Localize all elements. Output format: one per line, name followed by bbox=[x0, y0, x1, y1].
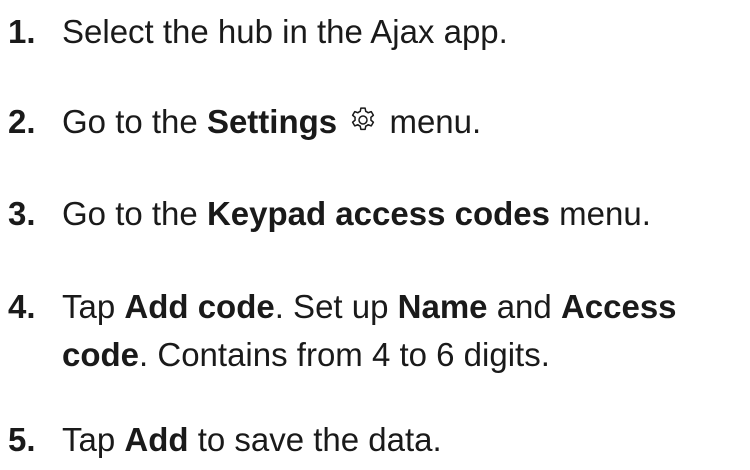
step-text-part: Go to the bbox=[62, 195, 207, 232]
access-label: Access bbox=[560, 288, 677, 325]
step-number: 4. bbox=[8, 288, 36, 325]
settings-label: Settings bbox=[206, 103, 338, 140]
step-text-line-2: code. Contains from 4 to 6 digits. bbox=[62, 331, 748, 379]
keypad-access-codes-label: Keypad access codes bbox=[206, 195, 550, 232]
step-text: Go to the Keypad access codes menu. bbox=[62, 190, 748, 238]
step-text-part: Tap bbox=[62, 288, 125, 325]
step-text: Select the hub in the Ajax app. bbox=[62, 8, 748, 56]
gear-icon bbox=[352, 107, 375, 131]
step-number: 1. bbox=[8, 13, 36, 50]
step-number: 5. bbox=[8, 421, 36, 458]
step-text-part: Go to the bbox=[62, 103, 207, 140]
step-text: Go to the Settings menu. bbox=[62, 98, 748, 146]
step-text: Tap Add to save the data. bbox=[62, 416, 748, 464]
code-label: code bbox=[62, 336, 140, 373]
add-code-label: Add code bbox=[124, 288, 275, 325]
step-text-part: menu. bbox=[549, 195, 651, 232]
step-text-part: . Set up bbox=[274, 288, 398, 325]
step-text-part: . Contains from 4 to 6 digits. bbox=[139, 336, 550, 373]
step-text-part: menu. bbox=[380, 103, 482, 140]
name-label: Name bbox=[397, 288, 488, 325]
step-text-part: to save the data. bbox=[188, 421, 442, 458]
step-number: 3. bbox=[8, 195, 36, 232]
step-number: 2. bbox=[8, 103, 36, 140]
add-label: Add bbox=[124, 421, 189, 458]
step-text: Tap Add code. Set up Name and Access code… bbox=[62, 283, 748, 379]
step-text-part: and bbox=[487, 288, 561, 325]
step-text-part: Select the hub in the Ajax app. bbox=[62, 13, 508, 50]
step-text-part: Tap bbox=[62, 421, 125, 458]
